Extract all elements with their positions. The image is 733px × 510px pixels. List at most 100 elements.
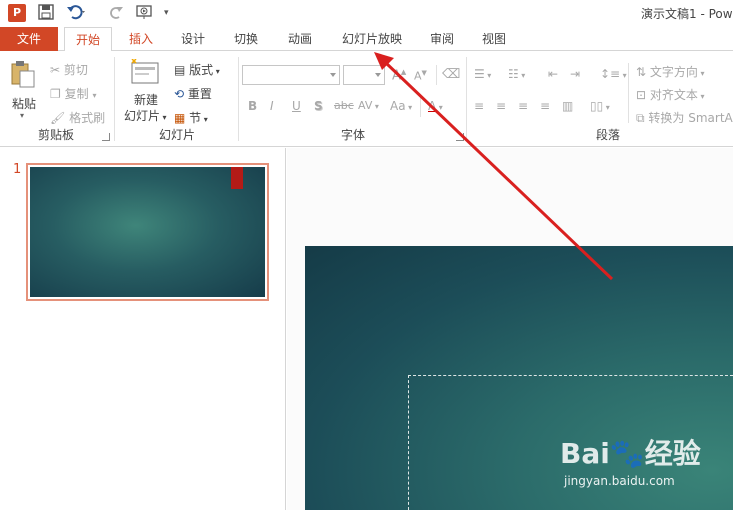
tab-insert[interactable]: 插入 [124, 27, 158, 51]
format-painter-button[interactable]: 🖌 格式刷 [50, 109, 105, 126]
section-button[interactable]: ▦ 节 ▾ [174, 109, 208, 126]
start-from-beginning-icon[interactable] [136, 4, 156, 22]
line-spacing-button[interactable]: ↕≡ ▾ [600, 67, 627, 81]
paste-button[interactable] [10, 59, 36, 89]
align-center-icon[interactable]: ≡ [496, 99, 506, 113]
reset-button[interactable]: ⟲ 重置 [174, 85, 212, 102]
copy-button[interactable]: ❐ 复制 ▾ [50, 85, 96, 102]
slide-number: 1 [13, 162, 22, 177]
bold-button[interactable]: B [248, 99, 257, 113]
paw-icon: 🐾 [609, 437, 645, 470]
scissors-icon: ✂ [50, 63, 61, 77]
clear-formatting-icon[interactable]: ⌫ [442, 67, 460, 82]
layout-icon: ▤ [174, 63, 186, 77]
align-right-icon[interactable]: ≡ [518, 99, 528, 113]
tab-transitions[interactable]: 切换 [229, 27, 263, 51]
copy-icon: ❐ [50, 87, 61, 101]
font-group-label: 字体 [340, 128, 365, 142]
bullets-button[interactable]: ☰ ▾ [474, 67, 491, 81]
decrease-indent-icon[interactable]: ⇤ [548, 67, 558, 81]
character-spacing-button[interactable]: AV ▾ [358, 99, 379, 112]
tab-review[interactable]: 审阅 [425, 27, 459, 51]
text-shadow-button[interactable]: S [314, 99, 323, 113]
strikethrough-button[interactable]: abc [334, 99, 354, 112]
group-separator [466, 57, 467, 141]
columns-icon: ▯▯ [590, 99, 604, 113]
ribbon: 粘贴 ▾ ✂ 剪切 ❐ 复制 ▾ 🖌 格式刷 剪贴板 新建 幻灯片 ▾ ▤ 版式… [0, 51, 733, 147]
font-size-combo[interactable] [343, 65, 385, 85]
group-separator [114, 57, 115, 141]
shrink-font-button[interactable]: A▼ [414, 69, 427, 83]
group-separator [238, 57, 239, 141]
bullets-icon: ☰ [474, 67, 485, 81]
cut-button[interactable]: ✂ 剪切 [50, 61, 88, 78]
justify-icon[interactable]: ≡ [540, 99, 550, 113]
font-color-button[interactable]: A ▾ [428, 99, 443, 113]
convert-smartart-button[interactable]: ⧉ 转换为 SmartA [636, 109, 733, 126]
columns-button[interactable]: ▯▯ ▾ [590, 99, 610, 113]
clipboard-launcher-icon[interactable] [102, 133, 110, 141]
tab-view[interactable]: 视图 [477, 27, 511, 51]
underline-button[interactable]: U [292, 99, 301, 113]
inline-separator [436, 65, 437, 85]
paste-dropdown-icon[interactable]: ▾ [20, 111, 24, 120]
numbering-icon: ☷ [508, 67, 519, 81]
clipboard-group: 粘贴 ▾ ✂ 剪切 ❐ 复制 ▾ 🖌 格式刷 剪贴板 [0, 55, 112, 145]
change-case-button[interactable]: Aa ▾ [390, 99, 412, 113]
slide-thumbnails-pane: 1 [0, 148, 286, 510]
quick-access-toolbar: P ▾ 演示文稿1 - Pow [0, 0, 733, 27]
distributed-icon[interactable]: ▥ [562, 99, 573, 113]
decorative-tag [231, 167, 243, 189]
paragraph-group: ☰ ▾ ☷ ▾ ⇤ ⇥ ↕≡ ▾ ≡ ≡ ≡ ≡ ▥ ▯▯ ▾ ⇅ 文字方向 ▾… [468, 55, 733, 145]
text-direction-icon: ⇅ [636, 65, 647, 79]
grow-font-button[interactable]: A▲ [392, 68, 406, 83]
new-slide-label-line1: 新建 [134, 93, 159, 107]
paste-icon [11, 61, 35, 88]
text-direction-button[interactable]: ⇅ 文字方向 ▾ [636, 63, 704, 80]
new-slide-icon [131, 59, 159, 84]
reset-icon: ⟲ [174, 87, 185, 101]
save-icon[interactable] [38, 4, 54, 22]
font-name-combo[interactable] [242, 65, 340, 85]
new-slide-button[interactable] [130, 59, 160, 87]
slides-group-label: 幻灯片 [158, 128, 195, 142]
paste-label: 粘贴 [12, 97, 37, 111]
section-icon: ▦ [174, 111, 186, 125]
smartart-icon: ⧉ [636, 111, 645, 125]
tab-design[interactable]: 设计 [176, 27, 210, 51]
undo-icon[interactable] [66, 4, 88, 22]
align-left-icon[interactable]: ≡ [474, 99, 484, 113]
slides-group: 新建 幻灯片 ▾ ▤ 版式 ▾ ⟲ 重置 ▦ 节 ▾ 幻灯片 [116, 55, 238, 145]
tab-animations[interactable]: 动画 [283, 27, 317, 51]
tab-home[interactable]: 开始 [64, 27, 112, 52]
watermark-brand: Bai🐾经验 [560, 437, 701, 470]
tab-slide-show[interactable]: 幻灯片放映 [336, 27, 408, 51]
window-title: 演示文稿1 - Pow [641, 7, 733, 21]
font-launcher-icon[interactable] [456, 133, 464, 141]
paragraph-group-label: 段落 [595, 128, 620, 142]
italic-button[interactable]: I [270, 99, 274, 113]
slide-thumbnail[interactable] [26, 163, 269, 301]
redo-icon[interactable] [108, 4, 124, 22]
ribbon-tab-bar: 文件 开始 插入 设计 切换 动画 幻灯片放映 审阅 视图 [0, 27, 733, 52]
format-painter-icon: 🖌 [50, 111, 66, 125]
inline-separator [628, 63, 629, 123]
align-text-button[interactable]: ⊡ 对齐文本 ▾ [636, 86, 704, 103]
layout-button[interactable]: ▤ 版式 ▾ [174, 61, 220, 78]
baidu-jingyan-watermark: Bai🐾经验 jingyan.baidu.com [560, 432, 730, 492]
powerpoint-app-icon[interactable]: P [8, 4, 26, 22]
line-spacing-icon: ↕≡ [600, 67, 621, 81]
chevron-down-icon [375, 73, 381, 77]
chevron-down-icon [330, 73, 336, 77]
new-slide-label-line2[interactable]: 幻灯片 ▾ [124, 107, 167, 124]
watermark-url: jingyan.baidu.com [564, 474, 675, 488]
inline-separator [420, 97, 421, 117]
clipboard-group-label: 剪贴板 [37, 128, 74, 142]
customize-icon[interactable]: ▾ [164, 4, 169, 22]
align-text-icon: ⊡ [636, 88, 647, 102]
font-group: A▲ A▼ ⌫ B I U S abc AV ▾ Aa ▾ A ▾ 字体 [240, 55, 466, 145]
tab-file[interactable]: 文件 [0, 27, 58, 51]
slide-thumbnail-preview [30, 167, 265, 297]
increase-indent-icon[interactable]: ⇥ [570, 67, 580, 81]
numbering-button[interactable]: ☷ ▾ [508, 67, 525, 81]
